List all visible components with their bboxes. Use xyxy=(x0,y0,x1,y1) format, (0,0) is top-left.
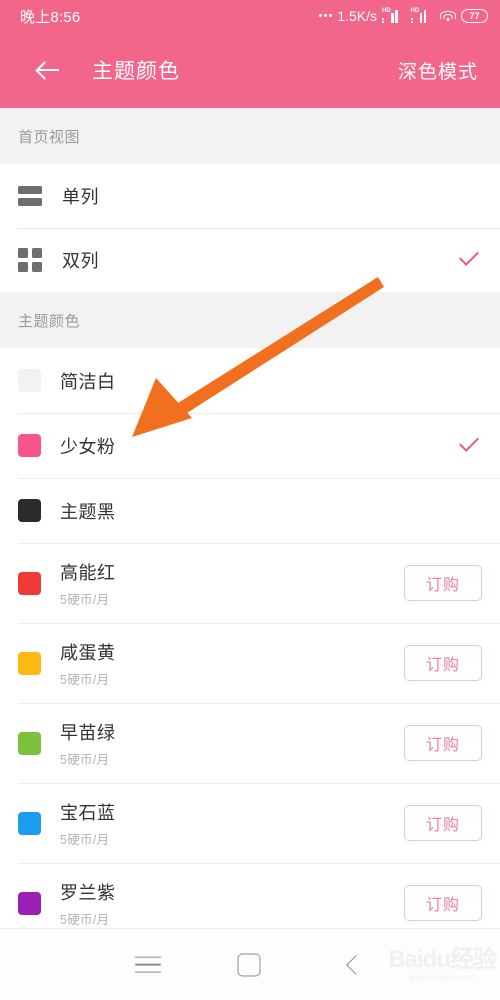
network-speed-label: 1.5K/s xyxy=(337,8,377,24)
row-label: 双列 xyxy=(62,251,99,271)
chevron-left-icon[interactable] xyxy=(346,954,366,975)
color-swatch xyxy=(18,811,41,835)
section-header-home-view: 首页视图 xyxy=(0,108,500,164)
row-single-column[interactable]: 单列 xyxy=(0,164,500,228)
row-label: 主题黑 xyxy=(60,501,116,522)
color-swatch xyxy=(18,499,41,522)
signal-dots-1 xyxy=(382,18,384,23)
check-icon xyxy=(456,247,482,273)
row-texts: 罗兰紫 5硬币/月 xyxy=(60,879,116,928)
home-square-icon[interactable] xyxy=(237,953,261,976)
row-price: 5硬币/月 xyxy=(60,832,110,847)
row-texts: 早苗绿 5硬币/月 xyxy=(60,719,116,768)
row-price: 5硬币/月 xyxy=(60,672,110,687)
signal-icon-secondary: HD xyxy=(410,8,435,23)
wifi-icon xyxy=(439,10,456,23)
color-swatch xyxy=(18,369,41,392)
row-price: 5硬币/月 xyxy=(60,912,110,927)
app-bar: 主题颜色 深色模式 xyxy=(0,32,500,108)
double-column-icon xyxy=(18,248,42,272)
watermark-text: Baidu经验 xyxy=(388,945,497,973)
system-nav-bar: Baidu经验 jingyan.baidu.com xyxy=(0,928,500,1000)
color-swatch xyxy=(18,434,41,457)
signal-dots-2 xyxy=(410,18,413,23)
home-view-list: 单列 双列 xyxy=(0,164,500,292)
watermark: Baidu经验 jingyan.baidu.com xyxy=(388,945,497,982)
section-header-theme-color: 主题颜色 xyxy=(0,292,500,348)
row-label: 早苗绿 xyxy=(60,722,116,743)
row-label: 高能红 xyxy=(60,562,116,583)
watermark-subtext: jingyan.baidu.com xyxy=(409,972,475,982)
row-label: 宝石蓝 xyxy=(60,802,116,823)
menu-icon[interactable] xyxy=(135,956,161,973)
subscribe-button[interactable]: 订购 xyxy=(404,725,482,761)
ellipsis-icon xyxy=(319,13,333,19)
row-theme-yellow[interactable]: 咸蛋黄 5硬币/月 订购 xyxy=(0,623,500,703)
color-swatch xyxy=(18,891,41,915)
page-title: 主题颜色 xyxy=(92,60,180,83)
row-double-column[interactable]: 双列 xyxy=(0,228,500,292)
battery-icon: 77 xyxy=(461,9,488,23)
row-theme-pink[interactable]: 少女粉 xyxy=(0,413,500,478)
row-theme-red[interactable]: 高能红 5硬币/月 订购 xyxy=(0,543,500,623)
row-label: 少女粉 xyxy=(60,436,116,457)
signal-icon: HD xyxy=(382,8,406,23)
row-label: 咸蛋黄 xyxy=(60,642,116,663)
row-theme-blue[interactable]: 宝石蓝 5硬币/月 订购 xyxy=(0,783,500,863)
row-theme-green[interactable]: 早苗绿 5硬币/月 订购 xyxy=(0,703,500,783)
row-texts: 宝石蓝 5硬币/月 xyxy=(60,799,116,848)
row-label: 罗兰紫 xyxy=(60,882,116,903)
row-texts: 咸蛋黄 5硬币/月 xyxy=(60,639,116,688)
status-indicators: 1.5K/s HD HD 77 xyxy=(319,8,488,24)
back-arrow-icon[interactable] xyxy=(34,56,62,84)
status-time: 晚上8:56 xyxy=(20,8,81,26)
subscribe-button[interactable]: 订购 xyxy=(404,645,482,681)
row-theme-black[interactable]: 主题黑 xyxy=(0,478,500,543)
subscribe-button[interactable]: 订购 xyxy=(404,885,482,921)
status-bar: 晚上8:56 1.5K/s HD HD 77 xyxy=(0,0,500,32)
row-price: 5硬币/月 xyxy=(60,752,110,767)
hd-label-1: HD xyxy=(382,8,391,14)
theme-color-list: 简洁白 少女粉 主题黑 高能红 5硬币/月 订购 咸蛋黄 5硬币/月 订购 早苗… xyxy=(0,348,500,943)
color-swatch xyxy=(18,731,41,755)
color-swatch xyxy=(18,651,41,675)
dark-mode-button[interactable]: 深色模式 xyxy=(398,57,478,84)
row-texts: 高能红 5硬币/月 xyxy=(60,559,116,608)
phone-screen: 晚上8:56 1.5K/s HD HD 77 主题颜色 深色模式 首页视图 单列… xyxy=(0,0,500,1000)
row-label: 单列 xyxy=(62,187,99,207)
hd-label-2: HD xyxy=(410,8,420,14)
row-label: 简洁白 xyxy=(60,371,116,392)
single-column-icon xyxy=(18,186,42,206)
check-icon xyxy=(456,433,482,459)
subscribe-button[interactable]: 订购 xyxy=(404,565,482,601)
color-swatch xyxy=(18,571,41,595)
row-price: 5硬币/月 xyxy=(60,592,110,607)
row-theme-white[interactable]: 简洁白 xyxy=(0,348,500,413)
subscribe-button[interactable]: 订购 xyxy=(404,805,482,841)
